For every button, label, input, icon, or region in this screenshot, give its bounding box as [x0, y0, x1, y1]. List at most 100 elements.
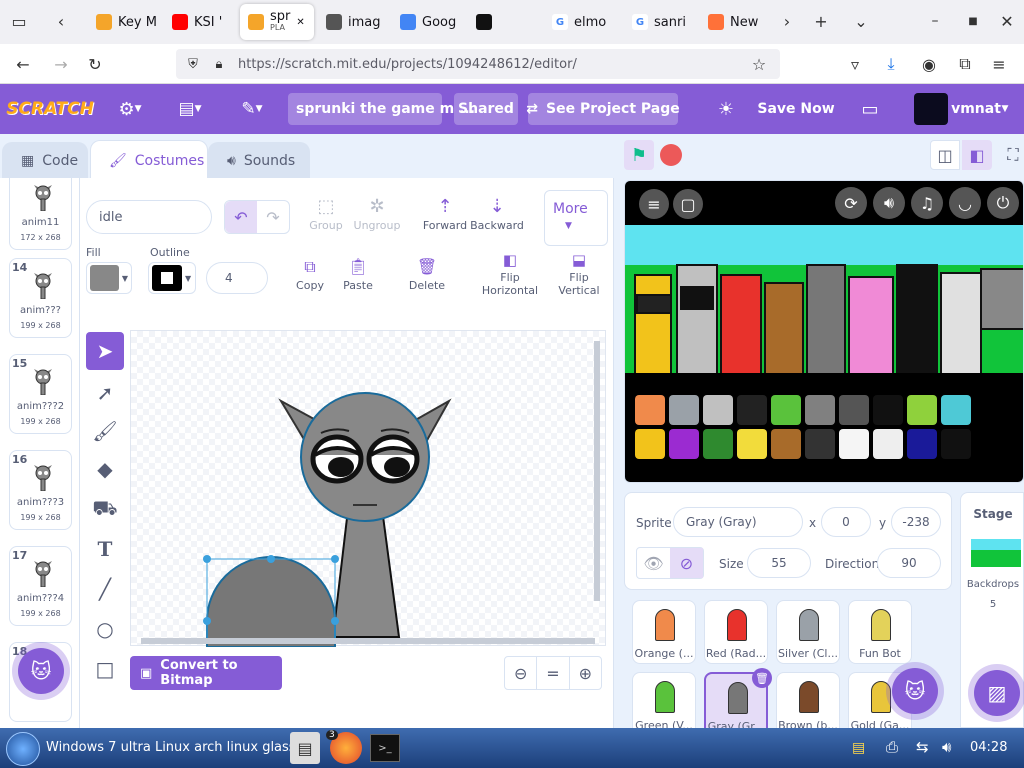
new-tab-icon[interactable]: +: [810, 10, 832, 32]
choose-costume-button[interactable]: 🐱︎: [18, 648, 64, 694]
power-icon[interactable]: ⏻: [987, 187, 1019, 219]
sound-character-icon[interactable]: [703, 395, 733, 425]
tab-code[interactable]: ▦ Code: [2, 142, 88, 178]
hamburger-icon[interactable]: ≡: [639, 189, 669, 219]
x-input[interactable]: 0: [821, 507, 871, 537]
y-input[interactable]: -238: [891, 507, 941, 537]
music-icon[interactable]: ♫: [911, 187, 943, 219]
browser-tab[interactable]: Gsanri: [624, 4, 694, 40]
rectangle-tool-icon[interactable]: □: [86, 650, 124, 688]
select-tool-icon[interactable]: ➤: [86, 332, 124, 370]
volume-tray-icon[interactable]: 🔊︎: [942, 738, 951, 756]
eye-icon[interactable]: 👁︎: [637, 548, 670, 578]
minimize-icon[interactable]: –: [924, 10, 946, 32]
paint-canvas[interactable]: [130, 330, 606, 648]
browser-tab[interactable]: spr PLA ✕: [240, 4, 314, 40]
costume-item[interactable]: 14 anim??? 199 x 268: [9, 258, 72, 338]
sound-character-icon[interactable]: [805, 429, 835, 459]
bookmark-star-icon[interactable]: ☆: [748, 53, 770, 75]
ungroup-button[interactable]: ✲ Ungroup: [354, 198, 401, 233]
username[interactable]: vmnat: [951, 93, 1001, 125]
menu-icon[interactable]: ≡: [988, 53, 1010, 75]
sprite-item[interactable]: Brown (b...: [776, 672, 840, 736]
browser-tab[interactable]: New: [700, 4, 770, 40]
sound-character-icon[interactable]: [941, 429, 971, 459]
printer-tray-icon[interactable]: ⎙: [886, 738, 898, 756]
sound-character-icon[interactable]: [737, 429, 767, 459]
reload-icon[interactable]: ↻: [84, 53, 106, 75]
eye-hidden-icon[interactable]: ⊘: [670, 548, 703, 578]
file-menu[interactable]: ▤ ▼: [170, 93, 210, 125]
costume-item[interactable]: anim11 172 x 268: [9, 178, 72, 250]
text-tool-icon[interactable]: T: [86, 530, 124, 568]
direction-input[interactable]: 90: [877, 548, 941, 578]
mood-icon[interactable]: ◡: [949, 187, 981, 219]
scratch-logo[interactable]: SCRATCH: [6, 93, 94, 125]
close-tab-icon[interactable]: ✕: [296, 17, 304, 28]
network-tray-icon[interactable]: ⇆: [916, 738, 929, 756]
url-text[interactable]: https://scratch.mit.edu/projects/1094248…: [238, 57, 577, 72]
account-icon[interactable]: ◉: [918, 53, 940, 75]
brush-tool-icon[interactable]: 🖌︎: [86, 412, 124, 450]
zoom-out-icon[interactable]: ⊖: [505, 657, 536, 689]
group-button[interactable]: ⬚ Group: [308, 198, 344, 233]
delete-sprite-icon[interactable]: 🗑︎: [752, 668, 772, 688]
tab-scroll-left-icon[interactable]: ‹: [50, 10, 72, 32]
terminal-icon[interactable]: >_: [370, 734, 400, 762]
see-project-page-button[interactable]: ⇄ See Project Page: [526, 93, 680, 125]
choose-sprite-button[interactable]: 🐱︎: [892, 668, 938, 714]
sprite-item[interactable]: Fun Bot: [848, 600, 912, 664]
redo-icon[interactable]: ↷: [257, 201, 289, 233]
small-stage-icon[interactable]: ◫: [930, 140, 960, 170]
volume-icon[interactable]: 🔊︎: [873, 187, 905, 219]
outline-width-input[interactable]: 4: [206, 262, 268, 294]
costume-item[interactable]: 16 anim???3 199 x 268: [9, 450, 72, 530]
sprite-item[interactable]: Silver (Cl...: [776, 600, 840, 664]
tab-overflow-icon[interactable]: ⌄: [850, 10, 872, 32]
my-stuff-folder-icon[interactable]: ▭: [856, 93, 884, 125]
sound-character-icon[interactable]: [635, 429, 665, 459]
paste-button[interactable]: 📋︎ Paste: [340, 259, 376, 293]
zoom-reset-button[interactable]: =: [536, 657, 570, 689]
pocket-icon[interactable]: ▿: [844, 53, 866, 75]
reshape-tool-icon[interactable]: ➚: [86, 374, 124, 412]
shared-button[interactable]: Shared: [454, 93, 518, 125]
browser-tab[interactable]: KSI ': [164, 4, 234, 40]
sound-character-icon[interactable]: [771, 395, 801, 425]
sound-character-icon[interactable]: [873, 429, 903, 459]
sound-character-icon[interactable]: [839, 395, 869, 425]
start-orb-icon[interactable]: [6, 732, 40, 766]
lock-icon[interactable]: 🔒︎: [208, 53, 230, 75]
stage[interactable]: ≡ ▢ ⟳ 🔊︎ ♫ ◡ ⏻: [624, 180, 1024, 483]
fullscreen-icon[interactable]: ⛶: [1002, 140, 1024, 170]
user-menu-chevron-icon[interactable]: ▼: [998, 93, 1012, 125]
undo-icon[interactable]: ↶: [225, 201, 257, 233]
choose-backdrop-button[interactable]: ▨: [974, 670, 1020, 716]
fill-color-picker[interactable]: ▼: [86, 262, 132, 294]
browser-tab[interactable]: Key M: [88, 4, 158, 40]
sound-character-icon[interactable]: [669, 395, 699, 425]
sound-character-icon[interactable]: [635, 395, 665, 425]
green-flag-icon[interactable]: ⚑: [624, 140, 654, 170]
sound-character-icon[interactable]: [703, 429, 733, 459]
tutorials-bulb-icon[interactable]: ☀: [712, 93, 740, 125]
convert-to-bitmap-button[interactable]: ▣ Convert to Bitmap: [130, 656, 282, 690]
line-tool-icon[interactable]: ╱: [86, 570, 124, 608]
browser-tab[interactable]: Goog: [392, 4, 462, 40]
sprite-item[interactable]: Green (V...: [632, 672, 696, 736]
sound-character-icon[interactable]: [669, 429, 699, 459]
extensions-icon[interactable]: ⧉: [954, 53, 976, 75]
more-button[interactable]: More ▼: [544, 190, 608, 246]
zoom-in-icon[interactable]: ⊕: [570, 657, 601, 689]
sound-character-icon[interactable]: [907, 395, 937, 425]
file-manager-icon[interactable]: ▤: [290, 732, 320, 764]
shield-icon[interactable]: ⛨: [182, 53, 204, 75]
browser-tab[interactable]: [468, 4, 538, 40]
stop-icon[interactable]: [660, 144, 682, 166]
back-icon[interactable]: ←: [12, 53, 34, 75]
browser-tab[interactable]: imag: [318, 4, 388, 40]
sprite-item[interactable]: Red (Rad...: [704, 600, 768, 664]
forward-icon[interactable]: →: [50, 53, 72, 75]
eraser-tool-icon[interactable]: ◆: [86, 450, 124, 488]
backward-button[interactable]: ⇣ Backward: [470, 198, 524, 233]
